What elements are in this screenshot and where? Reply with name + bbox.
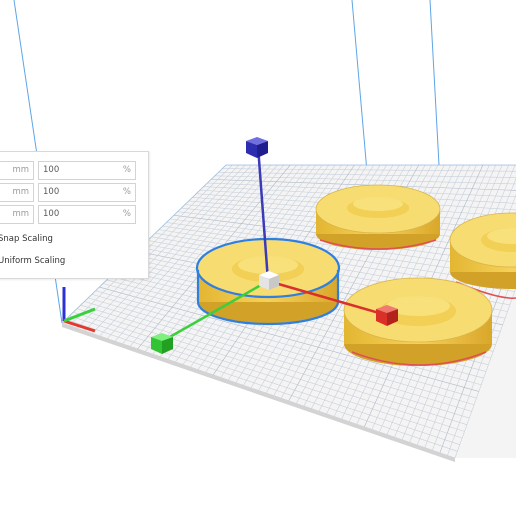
scale-y-percent-field[interactable]: 100 % (38, 183, 136, 202)
model-front-right[interactable] (343, 277, 493, 366)
scale-tool-panel: mm 100 % mm 100 % mm 100 % Snap Scaling … (0, 151, 149, 279)
snap-scaling-option[interactable]: Snap Scaling (0, 234, 53, 244)
percent-unit-label: % (122, 209, 131, 219)
uniform-scaling-option[interactable]: Uniform Scaling (0, 256, 65, 266)
scale-z-mm-field[interactable]: mm (0, 205, 34, 224)
mm-unit-label: mm (12, 187, 29, 197)
white-cube-handle-icon[interactable] (259, 271, 279, 290)
scale-z-percent-field[interactable]: 100 % (38, 205, 136, 224)
scale-z-percent-value: 100 (43, 209, 60, 219)
scale-x-percent-value: 100 (43, 165, 60, 175)
blue-cube-handle-icon[interactable] (246, 137, 268, 158)
mm-unit-label: mm (12, 165, 29, 175)
model-back-left[interactable] (315, 184, 441, 250)
mm-unit-label: mm (12, 209, 29, 219)
percent-unit-label: % (122, 187, 131, 197)
percent-unit-label: % (122, 165, 131, 175)
scale-x-mm-field[interactable]: mm (0, 161, 34, 180)
scale-x-percent-field[interactable]: 100 % (38, 161, 136, 180)
scale-y-percent-value: 100 (43, 187, 60, 197)
scale-y-mm-field[interactable]: mm (0, 183, 34, 202)
